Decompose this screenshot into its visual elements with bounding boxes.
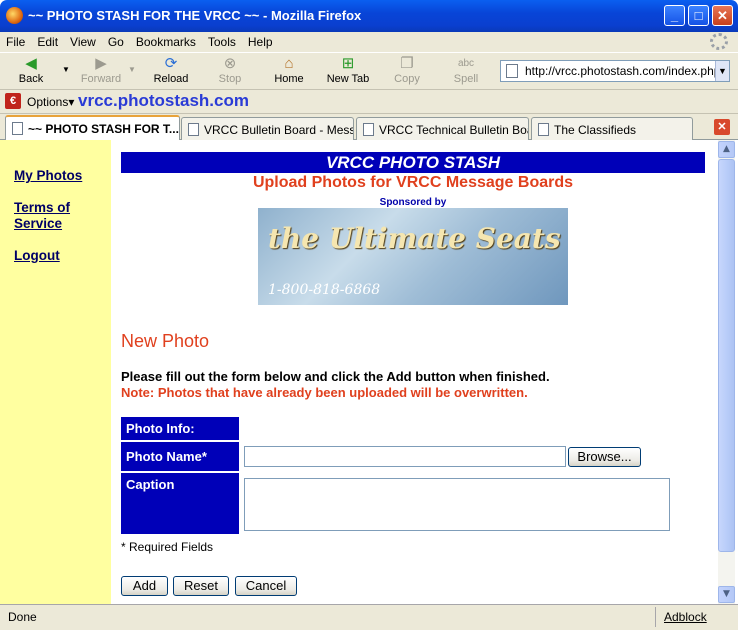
tab-label: ~~ PHOTO STASH FOR T... bbox=[28, 122, 179, 136]
firefox-icon bbox=[6, 7, 23, 24]
page-subtitle: Upload Photos for VRCC Message Boards bbox=[252, 174, 574, 191]
sponsored-label: Sponsored by bbox=[379, 197, 447, 208]
page-icon bbox=[12, 122, 23, 135]
adblock-button[interactable]: Adblock bbox=[655, 607, 707, 627]
page-content: My Photos Terms of Service Logout VRCC PH… bbox=[0, 140, 718, 604]
menu-file[interactable]: File bbox=[0, 32, 31, 49]
tab-technical-bulletin[interactable]: VRCC Technical Bulletin Boa... bbox=[356, 117, 529, 140]
tab-bar: ~~ PHOTO STASH FOR T... VRCC Bulletin Bo… bbox=[0, 114, 738, 141]
spell-button[interactable]: abc Spell bbox=[441, 55, 491, 85]
scroll-up-icon[interactable]: ▲ bbox=[718, 141, 735, 158]
back-button[interactable]: ◀ Back bbox=[6, 55, 56, 85]
main-panel: VRCC PHOTO STASH Upload Photos for VRCC … bbox=[111, 140, 718, 604]
site-name[interactable]: vrcc.photostash.com bbox=[78, 91, 249, 111]
sponsor-ad-banner[interactable]: the Ultimate Seats 1-800-818-6868 bbox=[258, 208, 568, 305]
page-icon bbox=[188, 123, 199, 136]
reload-label: Reload bbox=[153, 73, 189, 85]
back-arrow-icon: ◀ bbox=[25, 55, 37, 72]
options-menu[interactable]: Options▾ bbox=[27, 95, 74, 109]
home-label: Home bbox=[274, 73, 304, 85]
scroll-thumb[interactable] bbox=[718, 159, 735, 552]
new-tab-icon: ⊞ bbox=[341, 55, 355, 72]
tab-label: VRCC Technical Bulletin Boa... bbox=[379, 123, 529, 137]
cancel-button[interactable]: Cancel bbox=[235, 576, 297, 596]
stop-button[interactable]: ⊗ Stop bbox=[205, 55, 255, 85]
maximize-button[interactable]: □ bbox=[688, 5, 709, 26]
close-window-button[interactable]: ✕ bbox=[712, 5, 733, 26]
form-instructions: Please fill out the form below and click… bbox=[121, 369, 550, 384]
page-icon bbox=[506, 64, 518, 78]
spell-check-icon: abc bbox=[457, 58, 475, 69]
minimize-button[interactable]: _ bbox=[664, 5, 685, 26]
terms-line-2: Service bbox=[14, 216, 63, 231]
menu-bar: File Edit View Go Bookmarks Tools Help bbox=[0, 32, 738, 52]
ad-phone-text: 1-800-818-6868 bbox=[268, 282, 381, 298]
photo-name-input[interactable] bbox=[244, 446, 566, 467]
url-bar[interactable]: http://vrcc.photostash.com/index.php ▼ bbox=[500, 60, 730, 82]
window-title: ~~ PHOTO STASH FOR THE VRCC ~~ - Mozilla… bbox=[28, 8, 362, 23]
sidebar-link-my-photos[interactable]: My Photos bbox=[14, 168, 82, 184]
menu-go[interactable]: Go bbox=[102, 32, 130, 49]
stop-icon: ⊗ bbox=[223, 55, 237, 72]
spell-label: Spell bbox=[453, 73, 479, 85]
vertical-scrollbar[interactable]: ▲ ▼ bbox=[718, 140, 735, 604]
reload-icon: ⟳ bbox=[164, 55, 178, 72]
menu-edit[interactable]: Edit bbox=[31, 32, 64, 49]
forward-button[interactable]: ▶ Forward bbox=[76, 55, 126, 85]
site-banner: VRCC PHOTO STASH bbox=[121, 152, 705, 173]
back-label: Back bbox=[18, 73, 44, 85]
copy-icon: ❐ bbox=[400, 55, 414, 72]
throbber-icon bbox=[710, 33, 728, 50]
caption-textarea[interactable] bbox=[244, 478, 670, 531]
page-icon bbox=[363, 123, 374, 136]
reset-button[interactable]: Reset bbox=[173, 576, 229, 596]
add-button[interactable]: Add bbox=[121, 576, 168, 596]
copy-button[interactable]: ❐ Copy bbox=[382, 55, 432, 85]
menu-bookmarks[interactable]: Bookmarks bbox=[130, 32, 202, 49]
forward-label: Forward bbox=[80, 73, 122, 85]
status-bar: Done Adblock bbox=[0, 604, 738, 630]
required-fields-note: * Required Fields bbox=[121, 540, 214, 554]
ad-brand-text: the Ultimate Seats bbox=[268, 222, 561, 255]
window-titlebar[interactable]: ~~ PHOTO STASH FOR THE VRCC ~~ - Mozilla… bbox=[0, 0, 738, 32]
sidebar-link-logout[interactable]: Logout bbox=[14, 248, 60, 264]
sidebar: My Photos Terms of Service Logout bbox=[0, 140, 111, 604]
tab-label: VRCC Bulletin Board - Messa... bbox=[204, 123, 354, 137]
tab-photo-stash[interactable]: ~~ PHOTO STASH FOR T... bbox=[5, 115, 180, 141]
photo-info-label: Photo Info: bbox=[121, 417, 239, 442]
sidebar-link-terms-of-service[interactable]: Terms of Service bbox=[14, 200, 70, 232]
menu-tools[interactable]: Tools bbox=[202, 32, 242, 49]
scroll-down-icon[interactable]: ▼ bbox=[718, 586, 735, 603]
terms-line-1: Terms of bbox=[14, 200, 71, 215]
forward-history-dropdown-icon[interactable]: ▼ bbox=[128, 65, 136, 74]
new-tab-button[interactable]: ⊞ New Tab bbox=[323, 55, 373, 85]
photo-name-label: Photo Name* bbox=[121, 442, 239, 473]
extension-toolbar: € Options▾ vrcc.photostash.com bbox=[0, 90, 738, 114]
home-button[interactable]: ⌂ Home bbox=[264, 55, 314, 85]
navigation-toolbar: ◀ Back ▼ ▶ Forward ▼ ⟳ Reload ⊗ Stop ⌂ H… bbox=[0, 52, 738, 90]
tab-bulletin-board[interactable]: VRCC Bulletin Board - Messa... bbox=[181, 117, 354, 140]
page-icon bbox=[538, 123, 549, 136]
browse-button[interactable]: Browse... bbox=[568, 447, 641, 467]
page-heading: New Photo bbox=[121, 331, 210, 351]
tab-classifieds[interactable]: The Classifieds bbox=[531, 117, 693, 140]
copy-label: Copy bbox=[394, 73, 420, 85]
extension-logo-icon: € bbox=[5, 93, 21, 109]
stop-label: Stop bbox=[218, 73, 242, 85]
home-icon: ⌂ bbox=[284, 55, 294, 72]
url-text: http://vrcc.photostash.com/index.php bbox=[525, 64, 721, 78]
url-dropdown-icon[interactable]: ▼ bbox=[715, 61, 729, 81]
close-tab-icon[interactable]: ✕ bbox=[714, 119, 730, 135]
menu-view[interactable]: View bbox=[64, 32, 102, 49]
status-text: Done bbox=[8, 610, 37, 624]
forward-arrow-icon: ▶ bbox=[95, 55, 107, 72]
tab-label: The Classifieds bbox=[554, 123, 637, 137]
menu-help[interactable]: Help bbox=[242, 32, 279, 49]
new-tab-label: New Tab bbox=[326, 73, 370, 85]
overwrite-note: Note: Photos that have already been uplo… bbox=[121, 385, 528, 400]
options-label: Options bbox=[27, 95, 69, 109]
back-history-dropdown-icon[interactable]: ▼ bbox=[62, 65, 70, 74]
reload-button[interactable]: ⟳ Reload bbox=[146, 55, 196, 85]
caption-label: Caption bbox=[121, 473, 239, 536]
